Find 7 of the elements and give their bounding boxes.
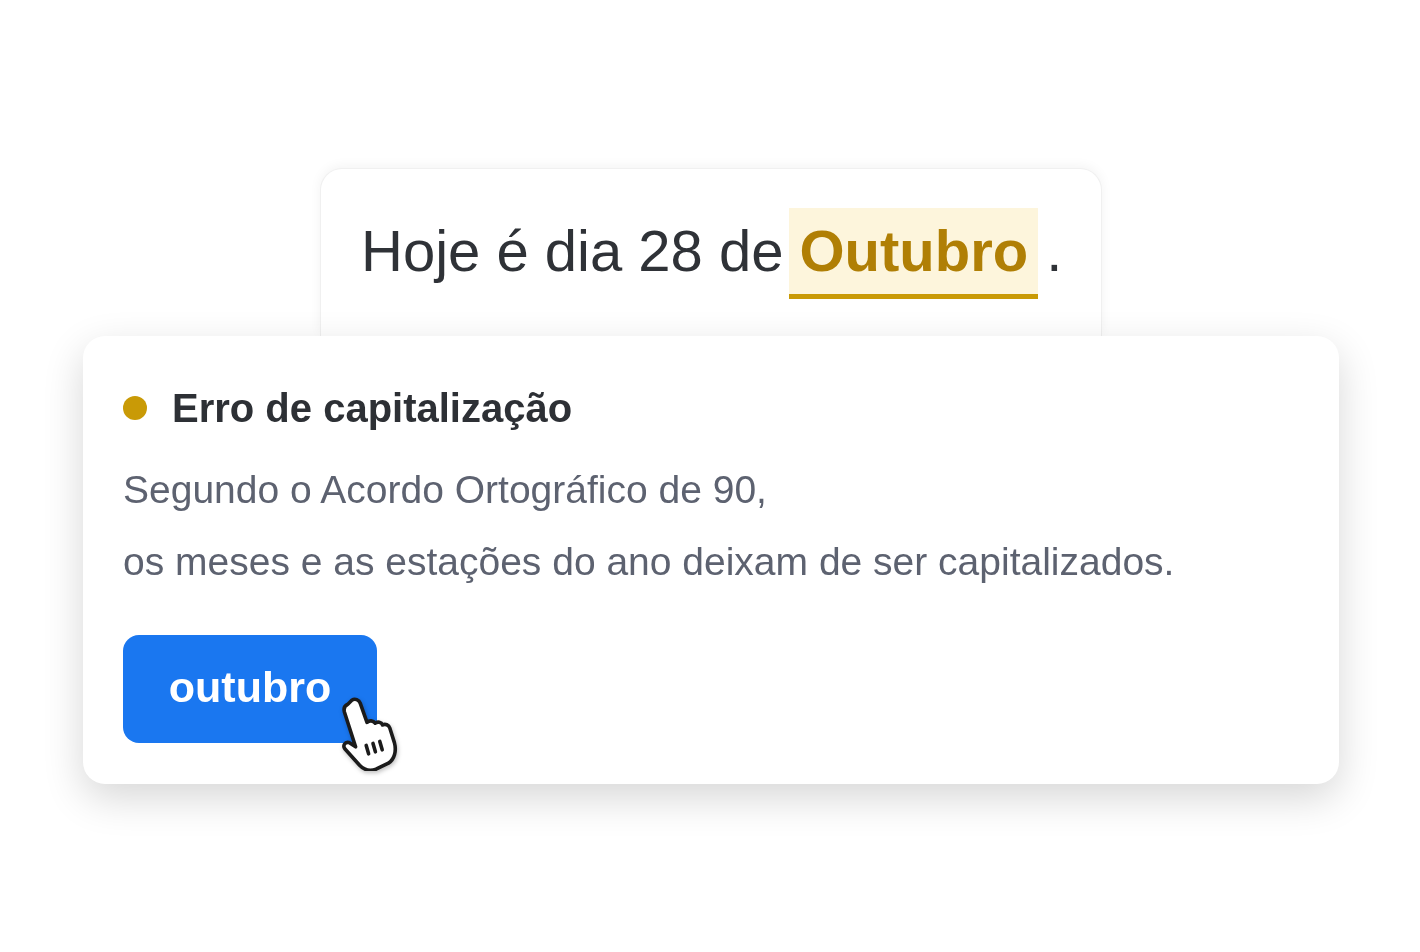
- replacement-button[interactable]: outubro: [123, 635, 377, 743]
- flagged-word[interactable]: Outubro: [789, 208, 1039, 299]
- period-text: .: [1046, 217, 1063, 284]
- error-description: Segundo o Acordo Ortográfico de 90, os meses e as estações do ano deixam de ser capitalizados.: [123, 467, 1175, 585]
- sentence-text: Hoje é dia 28 de: [361, 217, 784, 284]
- status-dot-icon: [123, 396, 147, 420]
- error-title: Erro de capitalização: [172, 385, 573, 431]
